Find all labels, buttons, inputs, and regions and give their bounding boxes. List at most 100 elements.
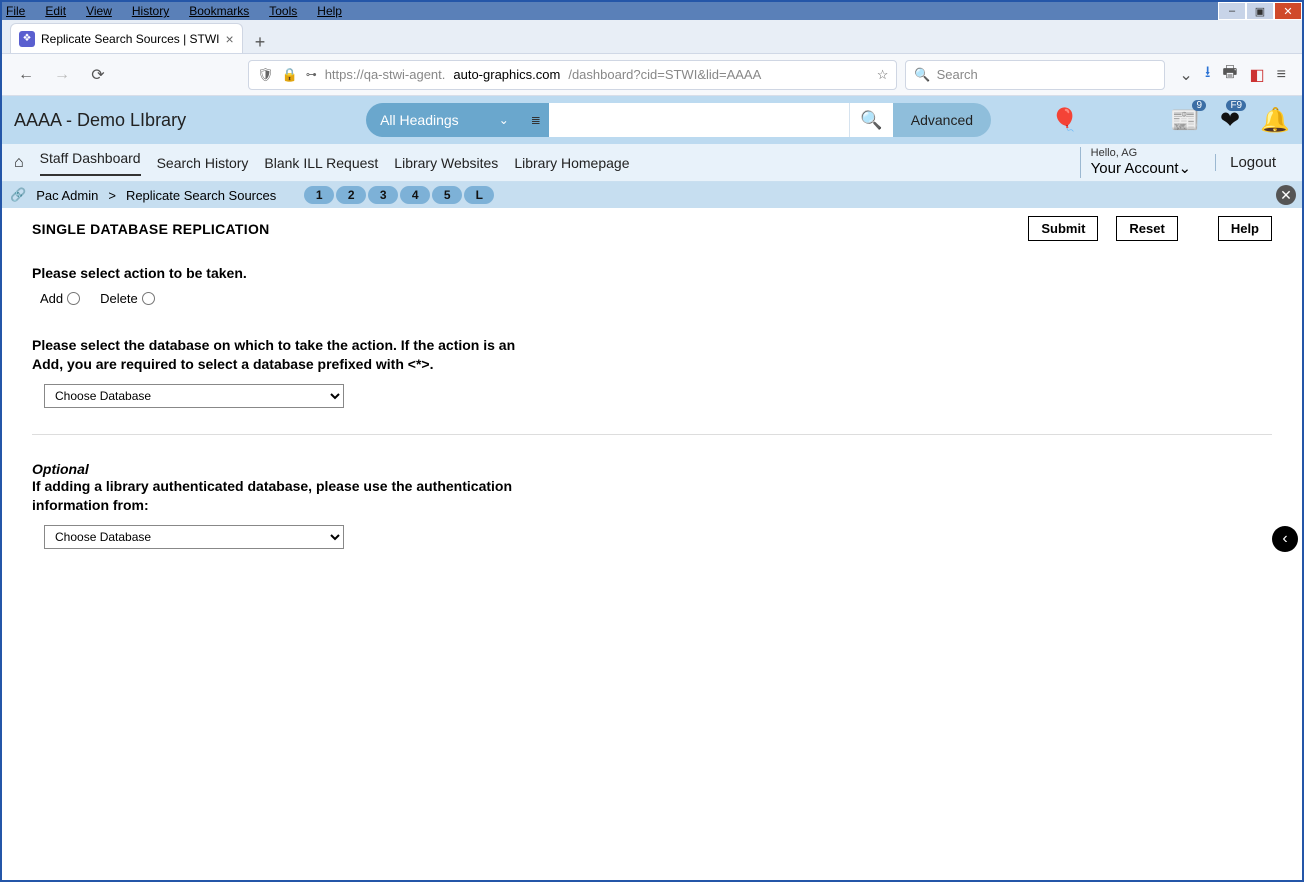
- window-controls: – ▣ ✕: [1218, 2, 1302, 20]
- auth-database-select[interactable]: Choose Database: [44, 525, 344, 549]
- close-panel-button[interactable]: ✕: [1276, 185, 1296, 205]
- account-label: Your Account: [1091, 160, 1179, 177]
- print-icon[interactable]: 🖶: [1222, 61, 1237, 88]
- menu-file[interactable]: File: [6, 4, 35, 18]
- database-icon[interactable]: ≣: [523, 103, 549, 137]
- pager-1[interactable]: 1: [304, 186, 334, 204]
- catalog-search-button[interactable]: 🔍: [849, 103, 893, 137]
- window-close-button[interactable]: ✕: [1274, 2, 1302, 20]
- url-path: /dashboard?cid=STWI&lid=AAAA: [568, 67, 761, 82]
- url-prefix: https://qa-stwi-agent.: [325, 67, 446, 82]
- forward-button[interactable]: →: [48, 61, 76, 89]
- back-button[interactable]: ←: [12, 61, 40, 89]
- account-greeting: Hello, AG: [1091, 147, 1191, 160]
- action-label: Please select action to be taken.: [32, 265, 1272, 281]
- nav-library-homepage[interactable]: Library Homepage: [514, 155, 629, 171]
- url-domain: auto-graphics.com: [453, 67, 560, 82]
- library-name: AAAA - Demo LIbrary: [14, 110, 186, 131]
- favorites-badge: F9: [1226, 100, 1246, 111]
- header-right-icons: 📰 9 ❤ F9 🔔: [1170, 106, 1290, 135]
- chevron-down-icon: ⌄: [1179, 160, 1192, 177]
- window-maximize-button[interactable]: ▣: [1246, 2, 1274, 20]
- hamburger-menu-icon[interactable]: ≡: [1277, 66, 1286, 84]
- os-menubar: File Edit View History Bookmarks Tools H…: [2, 2, 1302, 20]
- breadcrumb-root[interactable]: Pac Admin: [36, 188, 98, 203]
- pocket-icon[interactable]: ⌄: [1179, 65, 1192, 85]
- breadcrumb-sep: >: [108, 188, 116, 203]
- radio-delete-label[interactable]: Delete: [100, 291, 155, 306]
- main-nav: ⌂ Staff Dashboard Search History Blank I…: [2, 144, 1302, 182]
- search-placeholder: Search: [937, 67, 978, 82]
- home-icon[interactable]: ⌂: [14, 154, 24, 172]
- breadcrumb-current: Replicate Search Sources: [126, 188, 276, 203]
- new-tab-button[interactable]: +: [255, 32, 266, 53]
- nav-staff-dashboard[interactable]: Staff Dashboard: [40, 150, 141, 176]
- db-instructions: Please select the database on which to t…: [32, 336, 542, 374]
- nav-library-websites[interactable]: Library Websites: [394, 155, 498, 171]
- help-button[interactable]: Help: [1218, 216, 1272, 241]
- menu-view[interactable]: View: [86, 4, 122, 18]
- pager-last[interactable]: L: [464, 186, 494, 204]
- browser-right-icons: ⌄ ⭳ 🖶 ◧ ≡: [1173, 61, 1292, 88]
- radio-add[interactable]: [67, 292, 80, 305]
- search-scope-label: All Headings: [380, 112, 459, 128]
- tab-close-button[interactable]: ×: [226, 31, 234, 47]
- nav-search-history[interactable]: Search History: [157, 155, 249, 171]
- radio-add-text: Add: [40, 291, 63, 306]
- account-dropdown[interactable]: Hello, AG Your Account⌄: [1080, 147, 1201, 178]
- shield-icon: 🛡: [257, 67, 274, 83]
- heart-icon: ❤: [1220, 107, 1240, 134]
- pager-4[interactable]: 4: [400, 186, 430, 204]
- list-icon: 📰: [1170, 107, 1200, 134]
- menu-history[interactable]: History: [132, 4, 179, 18]
- optional-label: Optional: [32, 461, 1272, 477]
- app-header: AAAA - Demo LIbrary All Headings ⌄ ≣ 🔍 A…: [2, 96, 1302, 144]
- window-minimize-button[interactable]: –: [1218, 2, 1246, 20]
- search-icon: 🔍: [914, 67, 930, 83]
- menu-help[interactable]: Help: [317, 4, 352, 18]
- pager: 1 2 3 4 5 L: [304, 186, 494, 204]
- advanced-search-button[interactable]: Advanced: [893, 103, 991, 137]
- pager-2[interactable]: 2: [336, 186, 366, 204]
- radio-delete-text: Delete: [100, 291, 138, 306]
- radio-delete[interactable]: [142, 292, 155, 305]
- page-title: SINGLE DATABASE REPLICATION: [32, 221, 270, 237]
- search-scope-dropdown[interactable]: All Headings ⌄: [366, 103, 523, 137]
- lists-icon[interactable]: 📰 9: [1170, 106, 1200, 135]
- submit-button[interactable]: Submit: [1028, 216, 1098, 241]
- browser-tab[interactable]: ❖ Replicate Search Sources | STWI ×: [10, 23, 243, 53]
- chevron-down-icon: ⌄: [499, 113, 509, 127]
- side-expand-button[interactable]: ‹: [1272, 526, 1298, 552]
- database-select[interactable]: Choose Database: [44, 384, 344, 408]
- lists-badge: 9: [1192, 100, 1206, 111]
- divider: [32, 434, 1272, 435]
- pager-3[interactable]: 3: [368, 186, 398, 204]
- reload-button[interactable]: ⟳: [84, 61, 112, 89]
- tab-title: Replicate Search Sources | STWI: [41, 32, 220, 46]
- browser-search-box[interactable]: 🔍 Search: [905, 60, 1165, 90]
- extension-icon[interactable]: ◧: [1250, 65, 1265, 85]
- catalog-search-input[interactable]: [549, 103, 849, 137]
- radio-add-label[interactable]: Add: [40, 291, 80, 306]
- balloon-icon[interactable]: 🎈: [1051, 107, 1078, 133]
- favorites-icon[interactable]: ❤ F9: [1220, 106, 1240, 135]
- catalog-search-cluster: All Headings ⌄ ≣ 🔍 Advanced: [366, 103, 991, 137]
- pager-5[interactable]: 5: [432, 186, 462, 204]
- menu-tools[interactable]: Tools: [269, 4, 307, 18]
- notifications-icon[interactable]: 🔔: [1260, 106, 1290, 135]
- content-area: SINGLE DATABASE REPLICATION Submit Reset…: [2, 208, 1302, 557]
- nav-blank-ill[interactable]: Blank ILL Request: [264, 155, 378, 171]
- logout-link[interactable]: Logout: [1215, 154, 1290, 171]
- menu-edit[interactable]: Edit: [45, 4, 76, 18]
- downloads-icon[interactable]: ⭳: [1205, 61, 1211, 88]
- chain-icon: 🔗: [10, 187, 26, 203]
- auth-instructions: If adding a library authenticated databa…: [32, 477, 542, 515]
- bookmark-star-icon[interactable]: ☆: [877, 67, 889, 83]
- reset-button[interactable]: Reset: [1116, 216, 1177, 241]
- breadcrumb-bar: 🔗 Pac Admin > Replicate Search Sources 1…: [2, 182, 1302, 208]
- lock-icon: 🔒: [282, 67, 298, 83]
- menu-bookmarks[interactable]: Bookmarks: [189, 4, 259, 18]
- permissions-icon: ⊶: [306, 68, 317, 81]
- browser-tab-strip: ❖ Replicate Search Sources | STWI × +: [2, 20, 1302, 54]
- url-bar[interactable]: 🛡 🔒 ⊶ https://qa-stwi-agent. auto-graphic…: [248, 60, 897, 90]
